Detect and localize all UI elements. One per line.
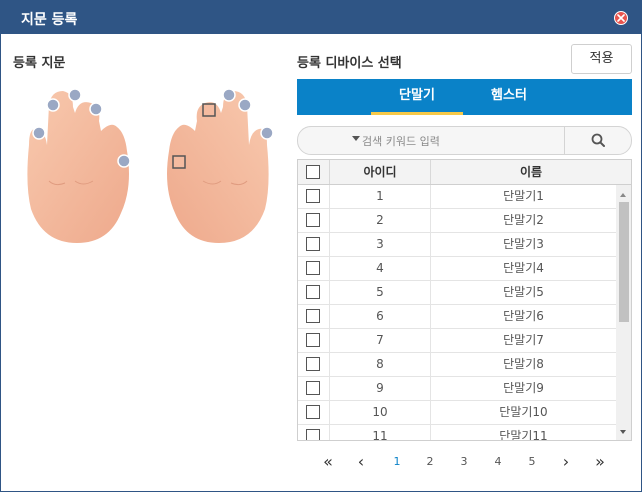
- grid-rows: 1 단말기1 2 단말기2 3 단말기3 4 단말기4 5 단말기5 6 단말기6 7 단말기7 8 단말기8…: [298, 185, 616, 441]
- scroll-up-icon[interactable]: [620, 193, 626, 197]
- row-id-cell: 5: [330, 281, 431, 304]
- row-id-cell: 7: [330, 329, 431, 352]
- tab-hamster[interactable]: 헴스터: [463, 79, 555, 115]
- table-row[interactable]: 11 단말기11: [298, 425, 616, 441]
- row-select-cell: [298, 257, 330, 280]
- row-id-cell: 11: [330, 425, 431, 440]
- close-icon: [617, 14, 625, 22]
- row-id-cell: 8: [330, 353, 431, 376]
- row-checkbox[interactable]: [306, 261, 320, 275]
- caret-down-icon[interactable]: [352, 136, 360, 141]
- row-name-cell: 단말기10: [499, 405, 548, 419]
- table-row[interactable]: 5 단말기5: [298, 281, 616, 305]
- row-checkbox[interactable]: [306, 405, 320, 419]
- grid-header: 아이디 이름: [298, 160, 631, 185]
- table-row[interactable]: 2 단말기2: [298, 209, 616, 233]
- device-select-title: 등록 디바이스 선택: [297, 56, 402, 71]
- tab-terminal[interactable]: 단말기: [371, 79, 463, 115]
- fingerprint-register-dialog: 지문 등록 등록 지문 등록 디바이스 선택 적용 단말기 헴스터 검색 키워드…: [0, 0, 642, 492]
- search-input[interactable]: [362, 131, 560, 151]
- search-button[interactable]: [565, 127, 631, 154]
- row-id-cell: 1: [330, 185, 431, 208]
- row-select-cell: [298, 209, 330, 232]
- page-1-button[interactable]: 1: [387, 453, 407, 471]
- device-type-tabs: 단말기 헴스터: [297, 79, 632, 115]
- row-select-cell: [298, 377, 330, 400]
- row-checkbox[interactable]: [306, 357, 320, 371]
- row-select-cell: [298, 281, 330, 304]
- row-checkbox[interactable]: [306, 429, 320, 440]
- row-checkbox[interactable]: [306, 213, 320, 227]
- registered-fingerprint-title: 등록 지문: [13, 56, 66, 71]
- apply-button[interactable]: 적용: [571, 44, 632, 74]
- row-name-cell: 단말기6: [503, 309, 544, 323]
- search-icon: [591, 133, 605, 147]
- left-hand: [27, 91, 129, 243]
- dialog-title: 지문 등록: [21, 12, 78, 28]
- prev-page-button[interactable]: ‹: [351, 453, 371, 471]
- scroll-thumb[interactable]: [619, 202, 629, 322]
- close-button[interactable]: [614, 11, 628, 25]
- row-name-cell: 단말기5: [503, 285, 544, 299]
- row-name-cell: 단말기11: [499, 429, 548, 441]
- first-page-button[interactable]: «: [317, 453, 339, 471]
- table-row[interactable]: 1 단말기1: [298, 185, 616, 209]
- row-select-cell: [298, 401, 330, 424]
- last-page-button[interactable]: »: [589, 453, 611, 471]
- device-grid: 아이디 이름 1 단말기1 2 단말기2 3 단말기3 4 단말기4 5 단말기5 6 단말기6 7 단말…: [297, 159, 632, 441]
- row-select-cell: [298, 185, 330, 208]
- row-checkbox[interactable]: [306, 285, 320, 299]
- title-bar: 지문 등록: [1, 1, 641, 34]
- row-name-cell: 단말기7: [503, 333, 544, 347]
- row-id-cell: 9: [330, 377, 431, 400]
- table-row[interactable]: 6 단말기6: [298, 305, 616, 329]
- table-row[interactable]: 3 단말기3: [298, 233, 616, 257]
- scroll-down-icon[interactable]: [620, 430, 626, 434]
- row-checkbox[interactable]: [306, 309, 320, 323]
- grid-scrollbar[interactable]: [616, 185, 631, 440]
- page-3-button[interactable]: 3: [454, 453, 474, 471]
- table-row[interactable]: 4 단말기4: [298, 257, 616, 281]
- table-row[interactable]: 8 단말기8: [298, 353, 616, 377]
- next-page-button[interactable]: ›: [556, 453, 576, 471]
- select-all-checkbox[interactable]: [306, 165, 320, 179]
- hands-illustration: [27, 88, 273, 243]
- page-2-button[interactable]: 2: [420, 453, 440, 471]
- row-id-cell: 6: [330, 305, 431, 328]
- row-select-cell: [298, 329, 330, 352]
- row-name-cell: 단말기3: [503, 237, 544, 251]
- row-name-cell: 단말기2: [503, 213, 544, 227]
- row-checkbox[interactable]: [306, 381, 320, 395]
- row-id-cell: 4: [330, 257, 431, 280]
- row-name-cell: 단말기8: [503, 357, 544, 371]
- table-row[interactable]: 10 단말기10: [298, 401, 616, 425]
- row-checkbox[interactable]: [306, 237, 320, 251]
- row-name-cell: 단말기4: [503, 261, 544, 275]
- page-4-button[interactable]: 4: [488, 453, 508, 471]
- header-select-cell: [298, 160, 330, 184]
- row-select-cell: [298, 233, 330, 256]
- row-checkbox[interactable]: [306, 189, 320, 203]
- row-id-cell: 2: [330, 209, 431, 232]
- row-select-cell: [298, 305, 330, 328]
- row-id-cell: 3: [330, 233, 431, 256]
- column-header-name: 이름: [519, 165, 543, 179]
- table-row[interactable]: 9 단말기9: [298, 377, 616, 401]
- search-bar: [297, 126, 632, 155]
- row-name-cell: 단말기1: [503, 189, 544, 203]
- table-row[interactable]: 7 단말기7: [298, 329, 616, 353]
- row-select-cell: [298, 353, 330, 376]
- row-select-cell: [298, 425, 330, 440]
- column-header-id: 아이디: [330, 160, 431, 184]
- row-id-cell: 10: [330, 401, 431, 424]
- row-checkbox[interactable]: [306, 333, 320, 347]
- row-name-cell: 단말기9: [503, 381, 544, 395]
- page-5-button[interactable]: 5: [522, 453, 542, 471]
